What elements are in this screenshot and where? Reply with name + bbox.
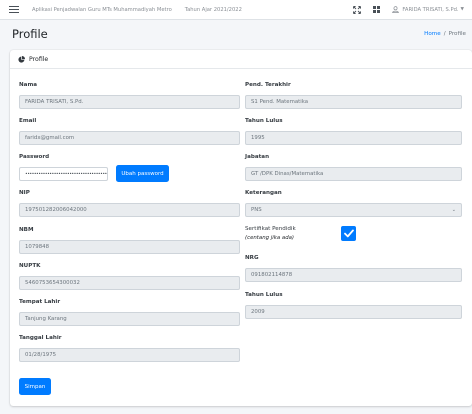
- nama-label: Nama: [19, 82, 38, 88]
- grid-icon[interactable]: [373, 6, 381, 13]
- page-title: Profile: [12, 27, 48, 41]
- sertifikat-label: Sertifikat Pendidik: [245, 226, 296, 232]
- navbar-right: FARIDA TRISATI, S.Pd. ▼: [353, 5, 464, 14]
- password-field[interactable]: ••••••••••••••••••••••••••••••••••••••: [19, 167, 108, 181]
- jabatan-field: GT /DPK Dinas/Matematika: [245, 167, 462, 181]
- nuptk-field: 5460753654300032: [19, 276, 240, 290]
- nbm-field: 1079848: [19, 240, 240, 254]
- breadcrumb-home-link[interactable]: Home: [424, 31, 441, 37]
- expand-icon[interactable]: [353, 5, 362, 14]
- change-password-button[interactable]: Ubah password: [116, 165, 169, 182]
- email-label: Email: [19, 118, 37, 124]
- user-name: FARIDA TRISATI, S.Pd.: [402, 6, 459, 13]
- tanggal-lahir-field: 01/28/1975: [19, 348, 240, 362]
- keterangan-select[interactable]: PNS ⌄: [245, 203, 462, 217]
- app-title-link[interactable]: Aplikasi Penjadwalan Guru MTs Muhammadiy…: [32, 7, 172, 13]
- keterangan-label: Keterangan: [245, 190, 282, 196]
- nip-label: NIP: [19, 190, 30, 196]
- school-year-link[interactable]: Tahun Ajar 2021/2022: [185, 7, 242, 13]
- tahun-lulus-sertifikat-field: 2009: [245, 305, 462, 319]
- pend-terakhir-label: Pend. Terakhir: [245, 82, 291, 88]
- user-menu[interactable]: FARIDA TRISATI, S.Pd. ▼: [392, 6, 464, 13]
- tempat-lahir-field: Tanjung Karang: [19, 312, 240, 326]
- chevron-down-icon: ▼: [460, 7, 464, 12]
- password-label: Password: [19, 154, 50, 160]
- pie-chart-icon: [18, 55, 25, 63]
- page-header: Profile Home / Profile: [0, 20, 472, 50]
- email-field: faridx@gmail.com: [19, 131, 240, 145]
- nrg-field: 091802114878: [245, 268, 462, 282]
- pend-terakhir-field: S1 Pend. Matematika: [245, 95, 462, 109]
- profile-card: Profile Nama FARIDA TRISATI, S.Pd. Email…: [10, 50, 472, 406]
- sertifikat-hint: (centang jika ada): [245, 235, 295, 241]
- top-navbar: Aplikasi Penjadwalan Guru MTs Muhammadiy…: [0, 0, 472, 20]
- keterangan-selected: PNS: [251, 207, 262, 213]
- tahun-lulus-label: Tahun Lulus: [245, 118, 283, 124]
- nama-field: FARIDA TRISATI, S.Pd.: [19, 95, 240, 109]
- tahun-lulus-field: 1995: [245, 131, 462, 145]
- card-header: Profile: [10, 50, 472, 69]
- card-title: Profile: [29, 55, 49, 63]
- breadcrumb-separator: /: [443, 31, 446, 37]
- menu-icon[interactable]: [9, 5, 19, 14]
- breadcrumb-current: Profile: [448, 31, 466, 37]
- save-button[interactable]: Simpan: [19, 378, 51, 395]
- check-icon: [343, 229, 354, 238]
- tempat-lahir-label: Tempat Lahir: [19, 299, 61, 305]
- chevron-down-icon: ⌄: [451, 207, 456, 213]
- nbm-label: NBM: [19, 227, 34, 233]
- user-icon: [392, 6, 400, 13]
- tahun-lulus-sertifikat-label: Tahun Lulus: [245, 292, 283, 298]
- nip-field: 197501282006042000: [19, 203, 240, 217]
- tanggal-lahir-label: Tanggal Lahir: [19, 335, 62, 341]
- nrg-label: NRG: [245, 255, 259, 261]
- sertifikat-checkbox[interactable]: [341, 226, 356, 241]
- jabatan-label: Jabatan: [245, 154, 270, 160]
- nuptk-label: NUPTK: [19, 263, 41, 269]
- breadcrumb: Home / Profile: [424, 31, 466, 37]
